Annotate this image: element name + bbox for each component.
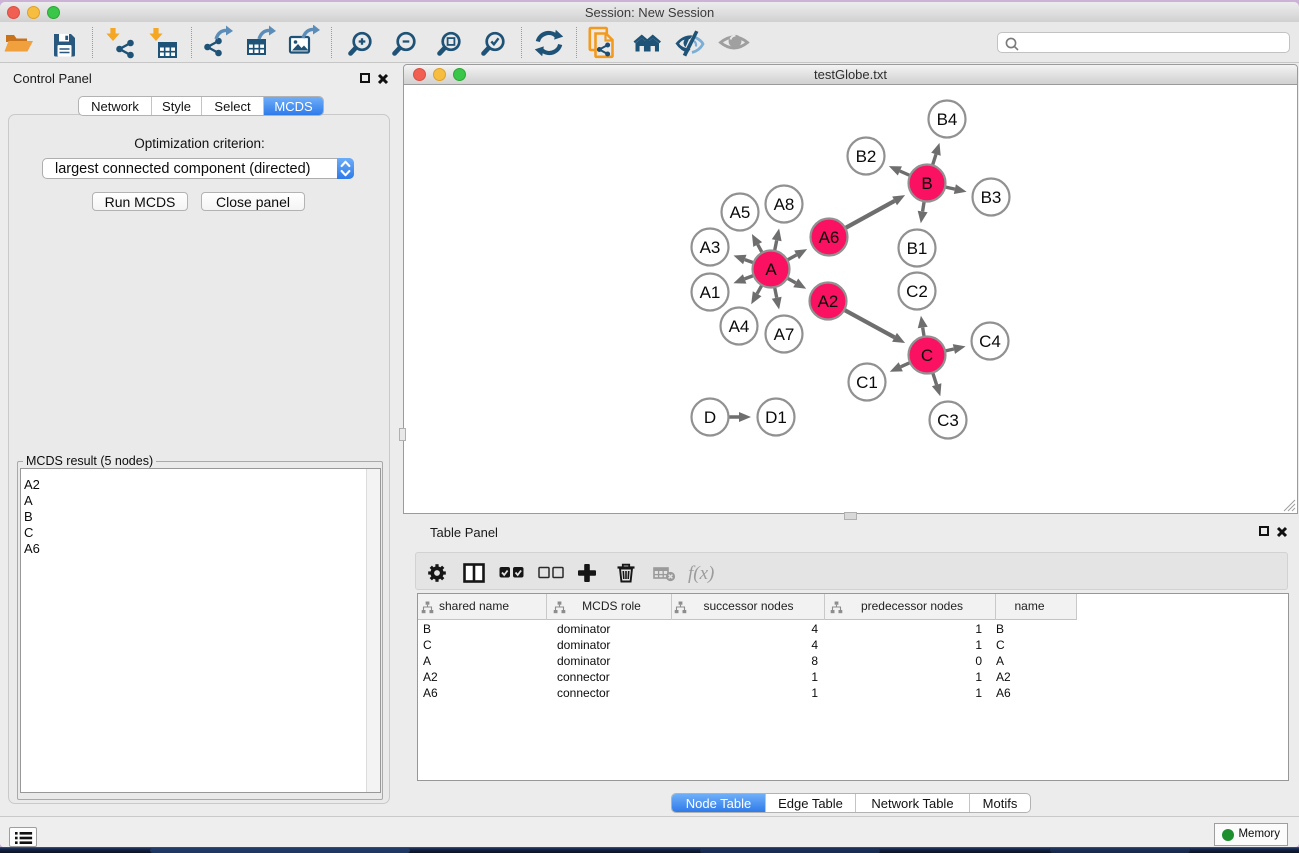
svg-text:B3: B3	[981, 187, 1002, 206]
svg-text:A1: A1	[700, 282, 721, 301]
svg-text:C: C	[921, 345, 933, 364]
svg-text:C4: C4	[979, 331, 1001, 350]
svg-text:f(x): f(x)	[688, 563, 714, 584]
svg-text:A6: A6	[819, 227, 840, 246]
svg-text:A8: A8	[774, 194, 795, 213]
svg-text:C3: C3	[937, 410, 959, 429]
svg-text:D: D	[704, 407, 716, 426]
svg-text:C2: C2	[906, 281, 928, 300]
svg-text:A2: A2	[818, 291, 839, 310]
svg-text:B4: B4	[937, 109, 958, 128]
svg-text:B1: B1	[907, 238, 928, 257]
svg-text:C1: C1	[856, 372, 878, 391]
svg-text:A: A	[765, 259, 777, 278]
svg-text:A7: A7	[774, 324, 795, 343]
svg-text:D1: D1	[765, 407, 787, 426]
svg-text:B2: B2	[856, 146, 877, 165]
svg-text:B: B	[921, 173, 932, 192]
svg-text:A3: A3	[700, 237, 721, 256]
svg-text:A4: A4	[729, 316, 750, 335]
svg-text:A5: A5	[730, 202, 751, 221]
